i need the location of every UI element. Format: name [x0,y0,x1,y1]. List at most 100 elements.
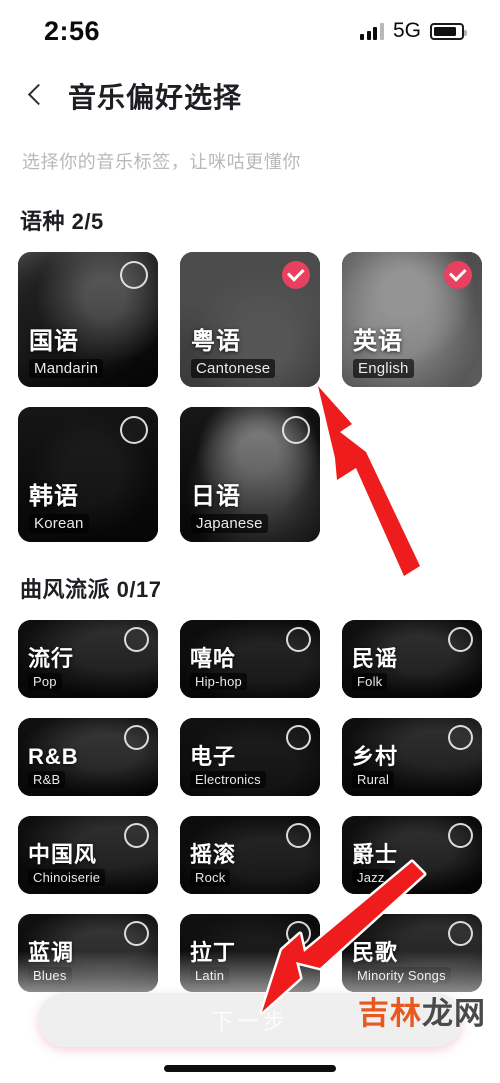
check-circle-icon[interactable] [120,416,148,444]
check-circle-icon[interactable] [286,725,311,750]
card-labels: R&B R&B [28,743,79,789]
home-indicator [164,1065,336,1072]
status-bar: 2:56 5G [0,0,500,62]
tag-card-japanese[interactable]: 日语 Japanese [180,407,320,542]
card-title-cn: 拉丁 [190,939,237,965]
watermark-part-1: 吉林 [358,996,422,1031]
tag-card-english[interactable]: 英语 English [342,252,482,387]
card-labels: 拉丁 Latin [190,939,237,985]
card-labels: 爵士 Jazz [352,841,399,887]
card-title-en: Folk [352,673,388,690]
tag-card-folk[interactable]: 民谣 Folk [342,620,482,698]
check-circle-icon[interactable] [120,261,148,289]
card-title-cn: 国语 [29,327,79,355]
card-title-en: English [353,359,414,378]
genre-grid: 流行 Pop 嘻哈 Hip-hop 民谣 Folk R&B R&B 电子 Electronics 乡… [0,604,500,992]
card-title-en: Rural [352,771,395,788]
tag-card-mandarin[interactable]: 国语 Mandarin [18,252,158,387]
card-labels: 嘻哈 Hip-hop [190,645,247,691]
check-circle-icon[interactable] [286,823,311,848]
card-title-en: R&B [28,771,66,788]
card-title-en: Korean [29,514,89,533]
card-labels: 粤语 Cantonese [191,327,276,378]
tag-card-cantonese[interactable]: 粤语 Cantonese [180,252,320,387]
app-screen: 2:56 5G 音乐偏好选择 选择你的音乐标签，让咪咕更懂你 语种 2/5 国语… [0,0,500,1083]
card-title-cn: 日语 [191,482,241,510]
tag-card-r-b[interactable]: R&B R&B [18,718,158,796]
card-title-cn: 韩语 [29,482,79,510]
card-labels: 蓝调 Blues [28,939,75,985]
card-labels: 日语 Japanese [191,482,268,533]
card-title-en: Jazz [352,869,390,886]
card-labels: 英语 English [353,327,414,378]
tag-card-minority-songs[interactable]: 民歌 Minority Songs [342,914,482,992]
card-title-cn: 爵士 [352,841,399,867]
card-labels: 摇滚 Rock [190,842,236,887]
tag-card-rural[interactable]: 乡村 Rural [342,718,482,796]
card-labels: 民歌 Minority Songs [352,939,451,985]
tag-card-latin[interactable]: 拉丁 Latin [180,914,320,992]
watermark-part-2: 龙网 [422,996,486,1031]
card-labels: 电子 Electronics [190,744,266,789]
check-circle-icon[interactable] [286,921,311,946]
section-title-language: 语种 2/5 [20,209,104,234]
check-circle-icon[interactable] [286,627,311,652]
card-title-cn: 中国风 [28,841,98,867]
check-circle-icon[interactable] [282,416,310,444]
tag-card-electronics[interactable]: 电子 Electronics [180,718,320,796]
check-selected-icon[interactable] [282,261,310,289]
back-chevron-icon[interactable] [22,83,48,109]
page-subtitle: 选择你的音乐标签，让咪咕更懂你 [22,152,301,172]
card-title-cn: 流行 [28,645,75,671]
page-title: 音乐偏好选择 [68,82,243,113]
card-title-en: Pop [28,673,62,690]
tag-card-pop[interactable]: 流行 Pop [18,620,158,698]
card-labels: 乡村 Rural [352,743,399,789]
card-title-cn: 英语 [353,327,403,355]
network-type-label: 5G [392,19,421,42]
card-title-en: Blues [28,967,72,984]
check-circle-icon[interactable] [448,921,473,946]
check-circle-icon[interactable] [448,823,473,848]
tag-card-rock[interactable]: 摇滚 Rock [180,816,320,894]
card-title-en: Japanese [191,514,268,533]
card-title-cn: 民谣 [352,645,399,671]
tag-card-blues[interactable]: 蓝调 Blues [18,914,158,992]
section-title-genre: 曲风流派 0/17 [20,577,162,602]
check-circle-icon[interactable] [124,725,149,750]
card-title-cn: 粤语 [191,327,241,355]
card-labels: 韩语 Korean [29,482,89,533]
card-title-en: Hip-hop [190,673,247,690]
language-grid: 国语 Mandarin 粤语 Cantonese 英语 English 韩语 Korean 日语… [0,236,500,542]
check-circle-icon[interactable] [124,921,149,946]
check-circle-icon[interactable] [448,627,473,652]
card-title-cn: 民歌 [352,939,399,965]
tag-card-chinoiserie[interactable]: 中国风 Chinoiserie [18,816,158,894]
card-title-cn: R&B [28,743,79,769]
battery-icon [430,22,467,40]
check-circle-icon[interactable] [448,725,473,750]
card-labels: 民谣 Folk [352,645,399,691]
site-watermark: 吉林龙网 [358,988,486,1033]
card-title-en: Electronics [190,771,266,788]
card-title-en: Rock [190,869,231,886]
check-circle-icon[interactable] [124,823,149,848]
status-indicators: 5G [360,19,467,43]
card-title-cn: 嘻哈 [190,645,237,671]
card-title-cn: 乡村 [352,743,399,769]
card-title-en: Cantonese [191,359,276,378]
navigation-bar: 音乐偏好选择 [0,62,500,122]
tag-card-korean[interactable]: 韩语 Korean [18,407,158,542]
check-selected-icon[interactable] [444,261,472,289]
card-title-en: Mandarin [29,359,104,378]
next-step-label: 下一步 [210,1009,289,1034]
card-labels: 国语 Mandarin [29,327,104,378]
check-circle-icon[interactable] [124,627,149,652]
card-title-cn: 蓝调 [28,939,75,965]
card-labels: 中国风 Chinoiserie [28,841,106,887]
status-time: 2:56 [44,15,101,46]
card-title-en: Chinoiserie [28,869,106,886]
tag-card-hip-hop[interactable]: 嘻哈 Hip-hop [180,620,320,698]
tag-card-jazz[interactable]: 爵士 Jazz [342,816,482,894]
signal-bars-icon [360,22,384,40]
